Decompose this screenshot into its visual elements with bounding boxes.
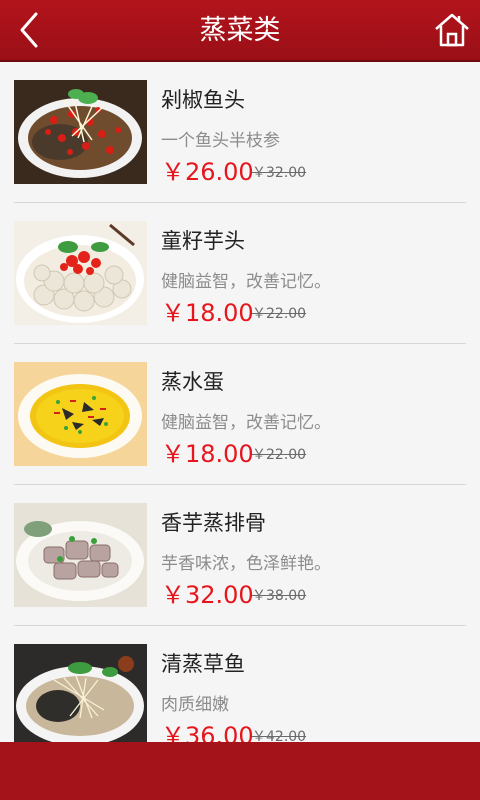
dish-description: 健脑益智，改善记忆。 (161, 272, 331, 292)
dish-item[interactable]: 清蒸草鱼 肉质细嫩 ￥36.00 ￥42.00 (14, 626, 466, 742)
dish-price: ￥36.00 (161, 722, 254, 742)
dish-name: 童籽芋头 (161, 229, 245, 253)
dish-item[interactable]: 香芋蒸排骨 芋香味浓，色泽鲜艳。 ￥32.00 ￥38.00 (14, 485, 466, 626)
dish-item[interactable]: 蒸水蛋 健脑益智，改善记忆。 ￥18.00 ￥22.00 (14, 344, 466, 485)
dish-original-price: ￥38.00 (252, 588, 307, 604)
dish-name: 剁椒鱼头 (161, 88, 245, 112)
dish-name: 蒸水蛋 (161, 370, 224, 394)
dish-image (14, 503, 147, 607)
page-title: 蒸菜类 (199, 15, 281, 46)
dish-description: 芋香味浓，色泽鲜艳。 (161, 554, 331, 574)
dish-description: 健脑益智，改善记忆。 (161, 413, 331, 433)
dish-price: ￥18.00 (161, 440, 254, 468)
home-icon (435, 13, 469, 47)
dish-original-price: ￥22.00 (252, 306, 307, 322)
header-bar: 蒸菜类 (0, 0, 480, 62)
dish-original-price: ￥42.00 (252, 729, 307, 742)
home-button[interactable] (432, 10, 472, 50)
dish-item[interactable]: 童籽芋头 健脑益智，改善记忆。 ￥18.00 ￥22.00 (14, 203, 466, 344)
dish-name: 香芋蒸排骨 (161, 511, 266, 535)
dish-price: ￥32.00 (161, 581, 254, 609)
dish-price: ￥18.00 (161, 299, 254, 327)
dish-original-price: ￥32.00 (252, 165, 307, 181)
dish-list[interactable]: 剁椒鱼头 一个鱼头半枝参 ￥26.00 ￥32.00 童籽芋头 健脑益智，改善记… (0, 62, 480, 742)
dish-item[interactable]: 剁椒鱼头 一个鱼头半枝参 ￥26.00 ￥32.00 (14, 62, 466, 203)
dish-image (14, 644, 147, 742)
dish-price: ￥26.00 (161, 158, 254, 186)
dish-image (14, 221, 147, 325)
dish-image (14, 362, 147, 466)
dish-description: 一个鱼头半枝参 (161, 131, 280, 151)
dish-description: 肉质细嫩 (161, 695, 229, 715)
dish-image (14, 80, 147, 184)
dish-name: 清蒸草鱼 (161, 652, 245, 676)
bottom-bar (0, 742, 480, 800)
dish-original-price: ￥22.00 (252, 447, 307, 463)
